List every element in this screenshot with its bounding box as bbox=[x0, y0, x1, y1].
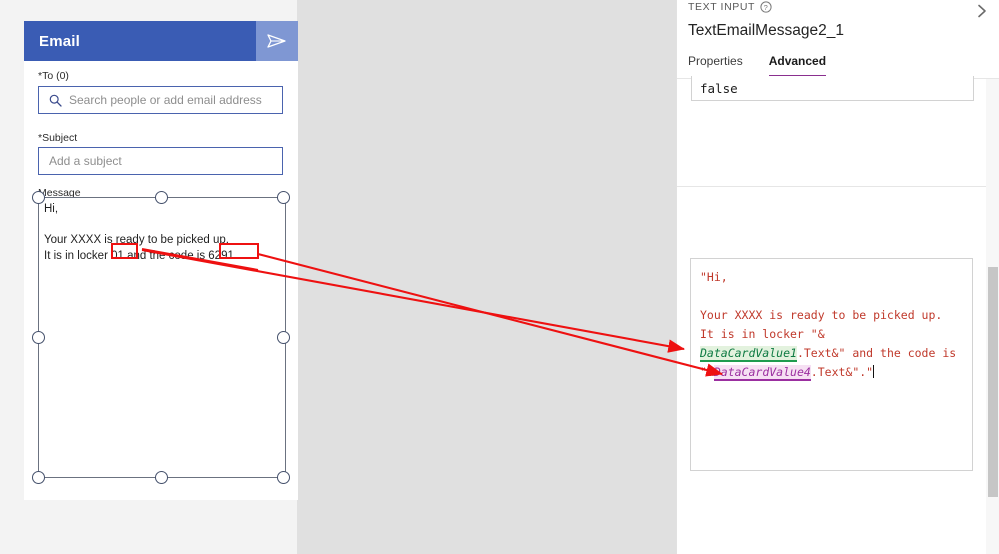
tab-advanced[interactable]: Advanced bbox=[768, 54, 827, 78]
panel-scrollbar-track[interactable] bbox=[986, 79, 999, 554]
message-field-input[interactable]: Hi, Your XXXX is ready to be picked up. … bbox=[30, 198, 292, 479]
selection-handle-bottom-left[interactable] bbox=[32, 471, 45, 484]
panel-kicker-label: TEXT INPUT bbox=[688, 1, 756, 13]
subject-field-input[interactable]: Add a subject bbox=[38, 147, 283, 175]
panel-scrollbar-thumb[interactable] bbox=[988, 267, 998, 497]
send-paper-plane-icon bbox=[267, 33, 287, 49]
search-icon bbox=[49, 94, 62, 107]
to-field-input[interactable]: Search people or add email address bbox=[38, 86, 283, 114]
selection-handle-bottom-center[interactable] bbox=[155, 471, 168, 484]
subject-field-label: *Subject bbox=[38, 132, 78, 144]
property-value-topmost[interactable]: false bbox=[691, 76, 974, 101]
selection-handle-bottom-right[interactable] bbox=[277, 471, 290, 484]
properties-panel-header: TEXT INPUT ? TextEmailMessage2_1 Propert… bbox=[677, 0, 999, 79]
control-name-title: TextEmailMessage2_1 bbox=[688, 22, 844, 39]
tab-properties[interactable]: Properties bbox=[688, 54, 743, 78]
selection-handle-mid-right[interactable] bbox=[277, 331, 290, 344]
help-circle-icon[interactable]: ? bbox=[760, 1, 772, 13]
selection-handle-mid-left[interactable] bbox=[32, 331, 45, 344]
app-canvas: Email *To (0) Search people or add email… bbox=[0, 0, 676, 554]
panel-kicker: TEXT INPUT ? bbox=[688, 1, 772, 13]
selection-handle-top-left[interactable] bbox=[32, 191, 45, 204]
canvas-background-right bbox=[297, 0, 676, 554]
to-field-label: *To (0) bbox=[38, 70, 69, 82]
property-value-topmost-text: false bbox=[700, 80, 738, 96]
formula-token-datacardvalue4: DataCardValue4 bbox=[713, 365, 811, 381]
default-formula-text: "Hi, Your XXXX is ready to be picked up.… bbox=[700, 268, 968, 382]
default-formula-editor[interactable]: "Hi, Your XXXX is ready to be picked up.… bbox=[690, 258, 973, 471]
formula-token-plain: "Hi, Your XXXX is ready to be picked up.… bbox=[700, 270, 943, 341]
formula-token-datacardvalue1: DataCardValue1 bbox=[700, 346, 797, 362]
subject-field-placeholder: Add a subject bbox=[49, 154, 122, 168]
formula-text-caret bbox=[873, 365, 875, 378]
annotation-box-code bbox=[219, 243, 259, 259]
email-form-header: Email bbox=[24, 21, 298, 61]
annotation-box-locker bbox=[111, 243, 138, 259]
to-field-placeholder: Search people or add email address bbox=[69, 93, 262, 107]
chevron-right-icon[interactable] bbox=[974, 3, 990, 24]
send-email-button[interactable] bbox=[256, 21, 298, 61]
email-form-card: Email *To (0) Search people or add email… bbox=[24, 21, 298, 500]
formula-token-plain: .Text&"." bbox=[810, 365, 874, 379]
panel-tabs: Properties Advanced bbox=[688, 54, 827, 78]
selection-handle-top-right[interactable] bbox=[277, 191, 290, 204]
svg-text:?: ? bbox=[764, 3, 769, 12]
app-root: Email *To (0) Search people or add email… bbox=[0, 0, 999, 554]
data-section-divider bbox=[677, 186, 999, 187]
email-form-title: Email bbox=[39, 32, 81, 50]
selection-handle-top-center[interactable] bbox=[155, 191, 168, 204]
